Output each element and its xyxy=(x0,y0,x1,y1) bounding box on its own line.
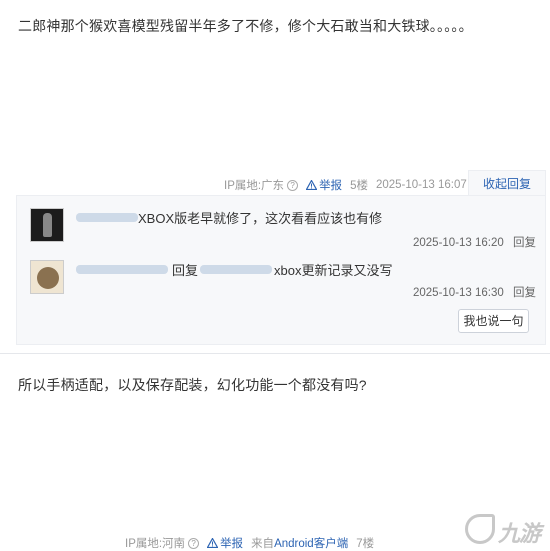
blurred-target-username[interactable] xyxy=(200,265,273,274)
report-label: 举报 xyxy=(220,538,244,550)
reply-timestamp: 2025-10-13 16:20 xyxy=(412,237,504,249)
avatar[interactable] xyxy=(30,260,64,294)
nine-game-logo-icon xyxy=(465,514,495,544)
question-circle-icon[interactable]: ? xyxy=(188,537,200,549)
reply-link[interactable]: 回复 xyxy=(513,287,536,299)
post-divider xyxy=(0,353,550,354)
post-timestamp: 2025-10-13 16:07 xyxy=(375,179,467,191)
report-label: 举报 xyxy=(319,180,343,192)
ip-location: IP属地:广东 xyxy=(224,180,285,192)
client-prefix: 来自 xyxy=(251,538,275,550)
post-tail: IP属地:广东 ? 举报 5楼 2025-10-13 16:07 xyxy=(224,177,467,193)
watermark-text: 九游 xyxy=(498,521,541,546)
reply-thread: XBOX版老早就修了，这次看看应该也有修 2025-10-13 16:20 回复… xyxy=(16,195,546,345)
blurred-username[interactable] xyxy=(76,213,138,222)
reply-prefix: 回复 xyxy=(172,263,199,278)
reply-text: xbox更新记录又没写 xyxy=(274,263,393,278)
reply-link[interactable]: 回复 xyxy=(513,237,536,249)
report-link[interactable]: 举报 xyxy=(207,535,243,551)
blurred-username[interactable] xyxy=(76,265,168,274)
ip-location: IP属地:河南 xyxy=(125,538,186,550)
warning-triangle-icon xyxy=(207,538,219,548)
collapse-replies-button[interactable]: 收起回复 xyxy=(468,170,546,196)
warning-triangle-icon xyxy=(306,180,318,190)
post-content: 所以手柄适配，以及保存配装，幻化功能一个都没有吗? xyxy=(18,377,367,393)
report-link[interactable]: 举报 xyxy=(306,177,342,193)
post-tail: IP属地:河南 ? 举报 来自 Android客户端 7楼 xyxy=(125,535,374,551)
question-circle-icon[interactable]: ? xyxy=(287,179,299,191)
avatar[interactable] xyxy=(30,208,64,242)
add-comment-button[interactable]: 我也说一句 xyxy=(458,309,529,333)
reply-text: XBOX版老早就修了，这次看看应该也有修 xyxy=(138,211,383,226)
client-link[interactable]: Android客户端 xyxy=(274,535,348,551)
reply-timestamp: 2025-10-13 16:30 xyxy=(412,287,504,299)
floor-number: 7楼 xyxy=(356,538,375,550)
site-watermark: 九游 xyxy=(465,510,550,551)
floor-number: 5楼 xyxy=(350,180,368,192)
post-content: 二郎神那个猴欢喜模型残留半年多了不修，修个大石敢当和大铁球。。。。。 xyxy=(18,18,473,34)
